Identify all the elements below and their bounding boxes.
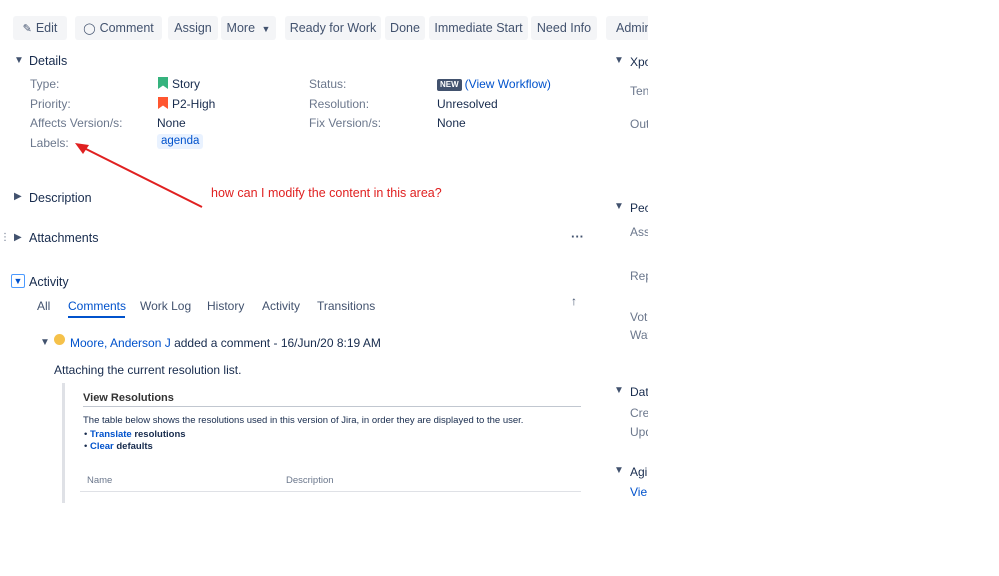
comment-embed-border xyxy=(62,383,65,503)
ready-for-work-button[interactable]: Ready for Work xyxy=(285,16,381,40)
clear-link[interactable]: Clear xyxy=(90,441,114,452)
right-label-out: Out xyxy=(630,117,648,131)
details-heading[interactable]: Details xyxy=(29,53,67,69)
assign-button[interactable]: Assign xyxy=(168,16,218,40)
attachments-heading[interactable]: Attachments xyxy=(29,230,98,246)
chevron-down-icon[interactable]: ▼ xyxy=(14,53,24,69)
tab-history[interactable]: History xyxy=(207,298,244,314)
avatar[interactable] xyxy=(54,334,65,345)
type-label: Type: xyxy=(30,77,60,91)
fix-version-value: None xyxy=(437,116,466,130)
chevron-down-icon[interactable]: ▼ xyxy=(614,199,624,215)
comment-author-link[interactable]: Moore, Anderson J xyxy=(70,336,171,350)
embed-bullet-2: • Clear defaults xyxy=(84,441,153,452)
status-value: NEW (View Workflow) xyxy=(437,76,551,92)
comment-button[interactable]: ◯ Comment xyxy=(75,16,162,40)
comment-icon: ◯ xyxy=(83,23,96,35)
annotation-text: how can I modify the content in this are… xyxy=(211,186,442,200)
view-workflow-link[interactable]: (View Workflow) xyxy=(465,77,551,91)
immediate-start-button[interactable]: Immediate Start xyxy=(429,16,528,40)
fix-version-label: Fix Version/s: xyxy=(309,116,382,130)
status-badge: NEW xyxy=(437,79,462,91)
comment-body: Attaching the current resolution list. xyxy=(54,363,242,377)
affects-version-label: Affects Version/s: xyxy=(30,116,123,130)
more-button[interactable]: More ▼ xyxy=(221,16,276,40)
comment-timestamp[interactable]: 16/Jun/20 8:19 AM xyxy=(281,336,381,350)
tab-comments[interactable]: Comments xyxy=(68,298,126,314)
active-tab-indicator xyxy=(68,316,125,318)
affects-version-value: None xyxy=(157,116,186,130)
embed-col-description: Description xyxy=(286,475,334,486)
sort-order-icon[interactable]: ↑ xyxy=(571,294,577,308)
tab-work-log[interactable]: Work Log xyxy=(140,298,191,314)
jira-issue-view: ✎ Edit ◯ Comment Assign More ▼ Ready for W… xyxy=(0,0,648,576)
pencil-icon: ✎ xyxy=(22,23,32,35)
chevron-down-icon[interactable]: ▼ xyxy=(614,53,624,69)
embed-bullet-1: • Translate resolutions xyxy=(84,429,186,440)
priority-label: Priority: xyxy=(30,97,71,111)
embed-divider xyxy=(83,406,581,407)
priority-value: P2-High xyxy=(158,96,215,112)
labels-label: Labels: xyxy=(30,136,69,150)
right-label-votes: Vot xyxy=(630,310,648,324)
activity-heading[interactable]: Activity xyxy=(29,274,69,290)
edit-button[interactable]: ✎ Edit xyxy=(13,16,67,40)
right-section-dates[interactable]: Dat xyxy=(630,384,648,400)
right-section-agile[interactable]: Agi xyxy=(630,464,647,480)
chevron-down-icon[interactable]: ▼ xyxy=(40,335,50,351)
priority-high-icon xyxy=(158,97,168,109)
right-label-reporter: Rep xyxy=(630,269,648,283)
right-section-xpo[interactable]: Xpo xyxy=(630,54,648,70)
embed-intro: The table below shows the resolutions us… xyxy=(83,415,524,426)
type-value: Story xyxy=(158,76,200,92)
tab-activity[interactable]: Activity xyxy=(262,298,300,314)
right-label-watchers: Wat xyxy=(630,328,648,342)
tab-transitions[interactable]: Transitions xyxy=(317,298,375,314)
comment-header: Moore, Anderson J added a comment - 16/J… xyxy=(70,336,381,350)
status-label: Status: xyxy=(309,77,347,91)
chevron-down-icon: ▼ xyxy=(261,24,271,34)
chevron-down-icon[interactable]: ▼ xyxy=(11,274,25,288)
resolution-value: Unresolved xyxy=(437,97,498,111)
embed-table-divider xyxy=(80,491,581,492)
right-label-assignee: Ass xyxy=(630,225,648,239)
drag-handle-icon[interactable]: ⋮ xyxy=(0,230,10,246)
right-view-link[interactable]: Vie xyxy=(630,484,647,500)
translate-link[interactable]: Translate xyxy=(90,429,132,440)
right-label-ten: Ten xyxy=(630,84,648,98)
right-label-created: Cre xyxy=(630,406,648,420)
embed-col-name: Name xyxy=(87,475,113,486)
embed-title: View Resolutions xyxy=(83,392,174,404)
chevron-down-icon[interactable]: ▼ xyxy=(614,463,624,479)
right-label-updated: Upd xyxy=(630,425,648,439)
tab-all[interactable]: All xyxy=(37,298,50,314)
resolution-label: Resolution: xyxy=(309,97,370,111)
need-info-button[interactable]: Need Info xyxy=(531,16,597,40)
right-section-people[interactable]: Pec xyxy=(630,200,648,216)
description-heading[interactable]: Description xyxy=(29,190,92,206)
chevron-right-icon[interactable]: ▶ xyxy=(14,230,22,246)
admin-button[interactable]: Admin xyxy=(606,16,648,40)
chevron-right-icon[interactable]: ▶ xyxy=(14,189,22,205)
done-button[interactable]: Done xyxy=(385,16,425,40)
more-options-icon[interactable]: ··· xyxy=(571,229,584,244)
story-icon xyxy=(158,77,168,89)
chevron-down-icon[interactable]: ▼ xyxy=(614,383,624,399)
